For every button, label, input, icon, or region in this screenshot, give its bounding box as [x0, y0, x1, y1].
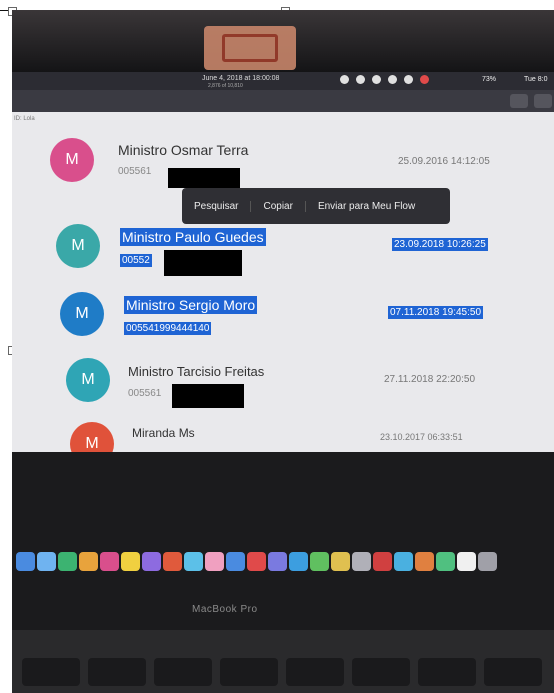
- dock-app-icon[interactable]: [142, 551, 161, 571]
- window-subtitle: 2,876 of 10,810: [208, 83, 243, 89]
- contact-row[interactable]: M Miranda Ms 23.10.2017 06:33:51: [12, 416, 554, 452]
- contact-date: 23.10.2017 06:33:51: [380, 432, 463, 442]
- contact-row[interactable]: M Ministro Paulo Guedes 00552 23.09.2018…: [12, 220, 554, 274]
- key: [286, 658, 344, 686]
- dock-app-icon[interactable]: [184, 551, 203, 571]
- dock-app-icon[interactable]: [415, 551, 434, 571]
- dock-app-icon[interactable]: [310, 551, 329, 571]
- dock-app-icon[interactable]: [373, 551, 392, 571]
- contact-phone: 005541999444140: [124, 322, 212, 335]
- mac-dock: [16, 544, 548, 578]
- dock-app-icon[interactable]: [121, 551, 140, 571]
- dock-app-icon[interactable]: [37, 551, 56, 571]
- sidebar-tag: ID: Lola: [14, 116, 35, 122]
- laptop-screen: June 4, 2018 at 18:00:08 2,876 of 10,810…: [12, 72, 554, 452]
- laptop-bezel: MacBook Pro: [12, 452, 554, 693]
- contact-row[interactable]: M Ministro Tarcisio Freitas 005561 27.11…: [12, 354, 554, 408]
- contact-row[interactable]: M Ministro Osmar Terra 005561 25.09.2016…: [12, 134, 554, 188]
- contact-phone: 005561: [118, 166, 152, 177]
- key: [220, 658, 278, 686]
- dock-app-icon[interactable]: [478, 551, 497, 571]
- sticker-image: [204, 26, 296, 70]
- contact-row[interactable]: M Ministro Sergio Moro 005541999444140 0…: [12, 286, 554, 340]
- dock-app-icon[interactable]: [247, 551, 266, 571]
- key: [22, 658, 80, 686]
- keyboard: [12, 630, 554, 693]
- menu-item-search[interactable]: Pesquisar: [182, 200, 252, 212]
- contact-phone: 00552: [120, 254, 152, 267]
- status-icon[interactable]: [340, 75, 349, 84]
- laptop-brand: MacBook Pro: [192, 604, 258, 615]
- avatar: M: [66, 358, 110, 402]
- dock-app-icon[interactable]: [205, 551, 224, 571]
- contact-date: 23.09.2018 10:26:25: [392, 238, 488, 251]
- avatar: M: [56, 224, 100, 268]
- dock-app-icon[interactable]: [352, 551, 371, 571]
- avatar: M: [60, 292, 104, 336]
- dock-app-icon[interactable]: [268, 551, 287, 571]
- status-icon[interactable]: [388, 75, 397, 84]
- dock-app-icon[interactable]: [79, 551, 98, 571]
- photo-frame: June 4, 2018 at 18:00:08 2,876 of 10,810…: [0, 0, 554, 693]
- context-menu: Pesquisar Copiar Enviar para Meu Flow: [182, 188, 450, 224]
- menubar-clock[interactable]: Tue 8:0: [524, 76, 547, 83]
- status-icon[interactable]: [404, 75, 413, 84]
- redaction-box: [168, 168, 240, 188]
- key: [154, 658, 212, 686]
- laptop-photo: June 4, 2018 at 18:00:08 2,876 of 10,810…: [12, 10, 554, 693]
- dock-app-icon[interactable]: [394, 551, 413, 571]
- menu-item-send-flow[interactable]: Enviar para Meu Flow: [306, 201, 427, 212]
- window-title: June 4, 2018 at 18:00:08: [202, 75, 280, 82]
- mac-menubar: June 4, 2018 at 18:00:08 2,876 of 10,810…: [12, 72, 554, 90]
- redaction-box: [172, 384, 244, 408]
- status-icon[interactable]: [356, 75, 365, 84]
- contact-name: Miranda Ms: [132, 426, 195, 440]
- menu-item-copy[interactable]: Copiar: [251, 200, 306, 212]
- app-toolbar: [12, 90, 554, 112]
- dock-app-icon[interactable]: [457, 551, 476, 571]
- contact-name: Ministro Osmar Terra: [118, 142, 249, 158]
- status-icon-red[interactable]: [420, 75, 429, 84]
- redaction-box: [164, 250, 242, 276]
- contact-name: Ministro Paulo Guedes: [120, 228, 266, 246]
- contact-name: Ministro Sergio Moro: [124, 296, 258, 314]
- dock-app-icon[interactable]: [163, 551, 182, 571]
- toolbar-button[interactable]: [534, 94, 552, 108]
- avatar: M: [50, 138, 94, 182]
- key: [418, 658, 476, 686]
- key: [484, 658, 542, 686]
- key-row: [22, 658, 542, 686]
- dock-app-icon[interactable]: [16, 551, 35, 571]
- dock-app-icon[interactable]: [436, 551, 455, 571]
- dock-app-icon[interactable]: [58, 551, 77, 571]
- avatar: M: [70, 422, 114, 452]
- dock-app-icon[interactable]: [289, 551, 308, 571]
- contact-date: 25.09.2016 14:12:05: [398, 156, 490, 167]
- contact-phone: 005561: [128, 388, 162, 399]
- status-icons: [340, 75, 429, 84]
- contact-date: 07.11.2018 19:45:50: [388, 306, 484, 319]
- key: [88, 658, 146, 686]
- contact-date: 27.11.2018 22:20:50: [384, 374, 476, 385]
- battery-indicator[interactable]: 73%: [482, 76, 496, 83]
- dock-app-icon[interactable]: [331, 551, 350, 571]
- toolbar-button[interactable]: [510, 94, 528, 108]
- dock-app-icon[interactable]: [226, 551, 245, 571]
- dock-app-icon[interactable]: [100, 551, 119, 571]
- key: [352, 658, 410, 686]
- status-icon[interactable]: [372, 75, 381, 84]
- contact-name: Ministro Tarcisio Freitas: [128, 364, 265, 379]
